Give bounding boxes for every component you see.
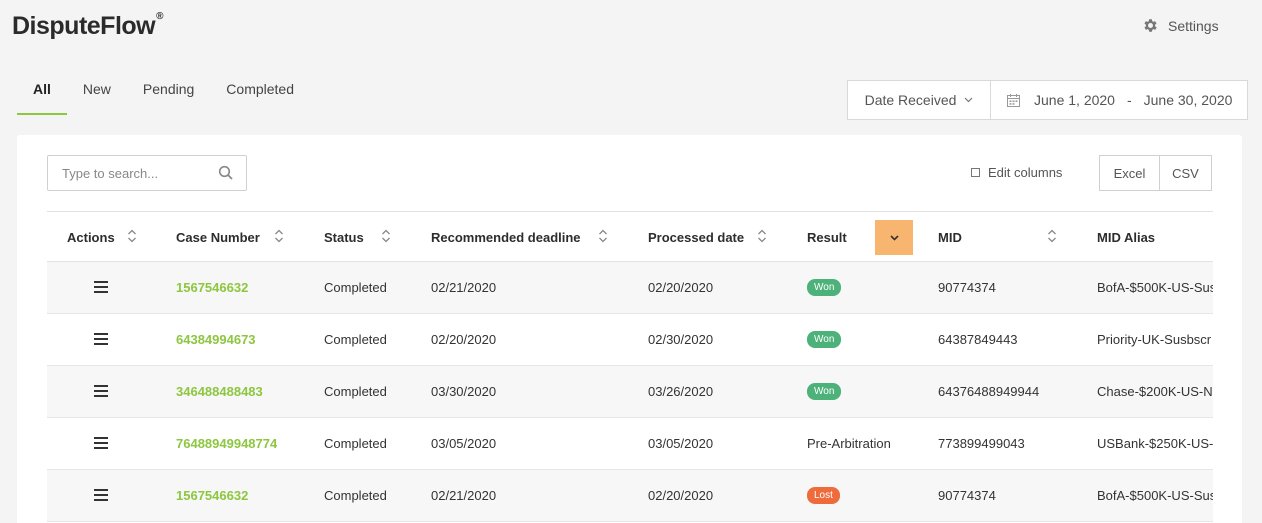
mid-cell: 90774374 [938,488,996,503]
processed-date-cell: 02/20/2020 [648,488,714,503]
column-header-status[interactable]: Status [324,212,364,262]
date-field-label: Date Received [864,92,957,108]
table-header: Actions Case Number Status Recommended d… [47,211,1213,262]
result-badge: Won [807,331,842,348]
mid-alias-cell: BofA-$500K-US-Sus [1097,280,1213,295]
gear-icon [1144,19,1157,32]
date-separator: - [1126,92,1132,108]
status-tabs: All New Pending Completed [17,70,310,115]
deadline-cell: 03/05/2020 [431,436,497,451]
case-number-link[interactable]: 346488488483 [176,366,263,417]
hamburger-icon[interactable] [94,281,108,293]
processed-date-cell: 02/20/2020 [648,280,714,295]
column-header-mid-alias[interactable]: MID Alias [1097,212,1155,262]
column-header-recommended-deadline[interactable]: Recommended deadline [431,212,581,262]
date-filter: Date Received June 1, 2020 - June 30, 20… [847,80,1249,120]
date-field-select[interactable]: Date Received [848,81,991,119]
hamburger-icon[interactable] [94,385,108,397]
sort-icon[interactable] [381,229,391,243]
hamburger-icon[interactable] [94,489,108,501]
app-title: DisputeFlow [12,12,156,40]
case-number-link[interactable]: 76488949948774 [176,418,277,469]
tab-completed[interactable]: Completed [210,70,310,115]
case-number-link[interactable]: 64384994673 [176,314,256,365]
sort-icon[interactable] [757,229,767,243]
tab-all[interactable]: All [17,70,67,115]
export-group: Excel CSV [1099,155,1212,191]
tab-pending[interactable]: Pending [127,70,210,115]
cases-panel: Edit columns Excel CSV Actions Case Numb… [17,135,1242,523]
search-icon[interactable] [218,165,234,181]
calendar-icon [1007,93,1020,107]
checkbox-icon [971,168,980,177]
result-badge: Lost [807,487,840,504]
sort-icon[interactable] [274,229,284,243]
mid-alias-cell: USBank-$250K-US- [1097,436,1213,451]
result-text: Pre-Arbitration [807,436,891,451]
deadline-cell: 02/21/2020 [431,488,497,503]
mid-alias-cell: Chase-$200K-US-No [1097,384,1213,399]
start-date: June 1, 2020 [1034,92,1115,108]
result-badge: Won [807,279,842,296]
mid-alias-cell: Priority-UK-Susbscr [1097,332,1212,347]
table-row: 76488949948774 Completed 03/05/2020 03/0… [47,418,1213,470]
deadline-cell: 02/21/2020 [431,280,497,295]
search-input[interactable] [48,156,218,190]
column-header-processed-date[interactable]: Processed date [648,212,744,262]
deadline-cell: 02/20/2020 [431,332,497,347]
hamburger-icon[interactable] [94,333,108,345]
processed-date-cell: 03/05/2020 [648,436,714,451]
chevron-down-icon [889,234,899,241]
table-row: 1567546632 Completed 02/21/2020 02/20/20… [47,470,1213,522]
case-number-link[interactable]: 1567546632 [176,262,248,313]
status-cell: Completed [324,280,387,295]
result-badge: Won [807,383,842,400]
sort-icon[interactable] [1047,229,1057,243]
deadline-cell: 03/30/2020 [431,384,497,399]
status-cell: Completed [324,488,387,503]
status-cell: Completed [324,436,387,451]
app-logo: DisputeFlow® [12,10,163,41]
mid-cell: 64376488949944 [938,384,1040,399]
table-row: 1567546632 Completed 02/21/2020 02/20/20… [47,262,1213,314]
mid-alias-cell: BofA-$500K-US-Sus [1097,488,1213,503]
table-row: 346488488483 Completed 03/30/2020 03/26/… [47,366,1213,418]
hamburger-icon[interactable] [94,437,108,449]
column-header-actions: Actions [67,229,115,245]
processed-date-cell: 02/30/2020 [648,332,714,347]
settings-label: Settings [1168,17,1219,34]
cases-table: Actions Case Number Status Recommended d… [47,211,1213,522]
column-header-case-number[interactable]: Case Number [176,212,260,262]
table-body: 1567546632 Completed 02/21/2020 02/20/20… [47,262,1213,522]
tab-new[interactable]: New [67,70,127,115]
status-cell: Completed [324,332,387,347]
mid-cell: 90774374 [938,280,996,295]
export-csv-button[interactable]: CSV [1160,156,1211,190]
column-header-mid[interactable]: MID [938,212,962,262]
mid-cell: 773899499043 [938,436,1025,451]
column-header-result[interactable]: Result [807,212,847,262]
date-range-picker[interactable]: June 1, 2020 - June 30, 2020 [991,81,1247,119]
case-number-link[interactable]: 1567546632 [176,470,248,521]
processed-date-cell: 03/26/2020 [648,384,714,399]
settings-button[interactable]: Settings [1142,17,1219,34]
export-excel-button[interactable]: Excel [1100,156,1160,190]
chevron-down-icon [964,97,973,103]
end-date: June 30, 2020 [1143,92,1233,108]
result-sort-button[interactable] [875,220,913,255]
edit-columns-button[interactable]: Edit columns [971,165,1062,180]
sort-icon[interactable] [598,229,608,243]
mid-cell: 64387849443 [938,332,1018,347]
sort-icon[interactable] [127,229,137,243]
table-row: 64384994673 Completed 02/20/2020 02/30/2… [47,314,1213,366]
status-cell: Completed [324,384,387,399]
registered-mark: ® [156,10,163,22]
edit-columns-label: Edit columns [988,165,1063,180]
search-box [47,155,247,191]
